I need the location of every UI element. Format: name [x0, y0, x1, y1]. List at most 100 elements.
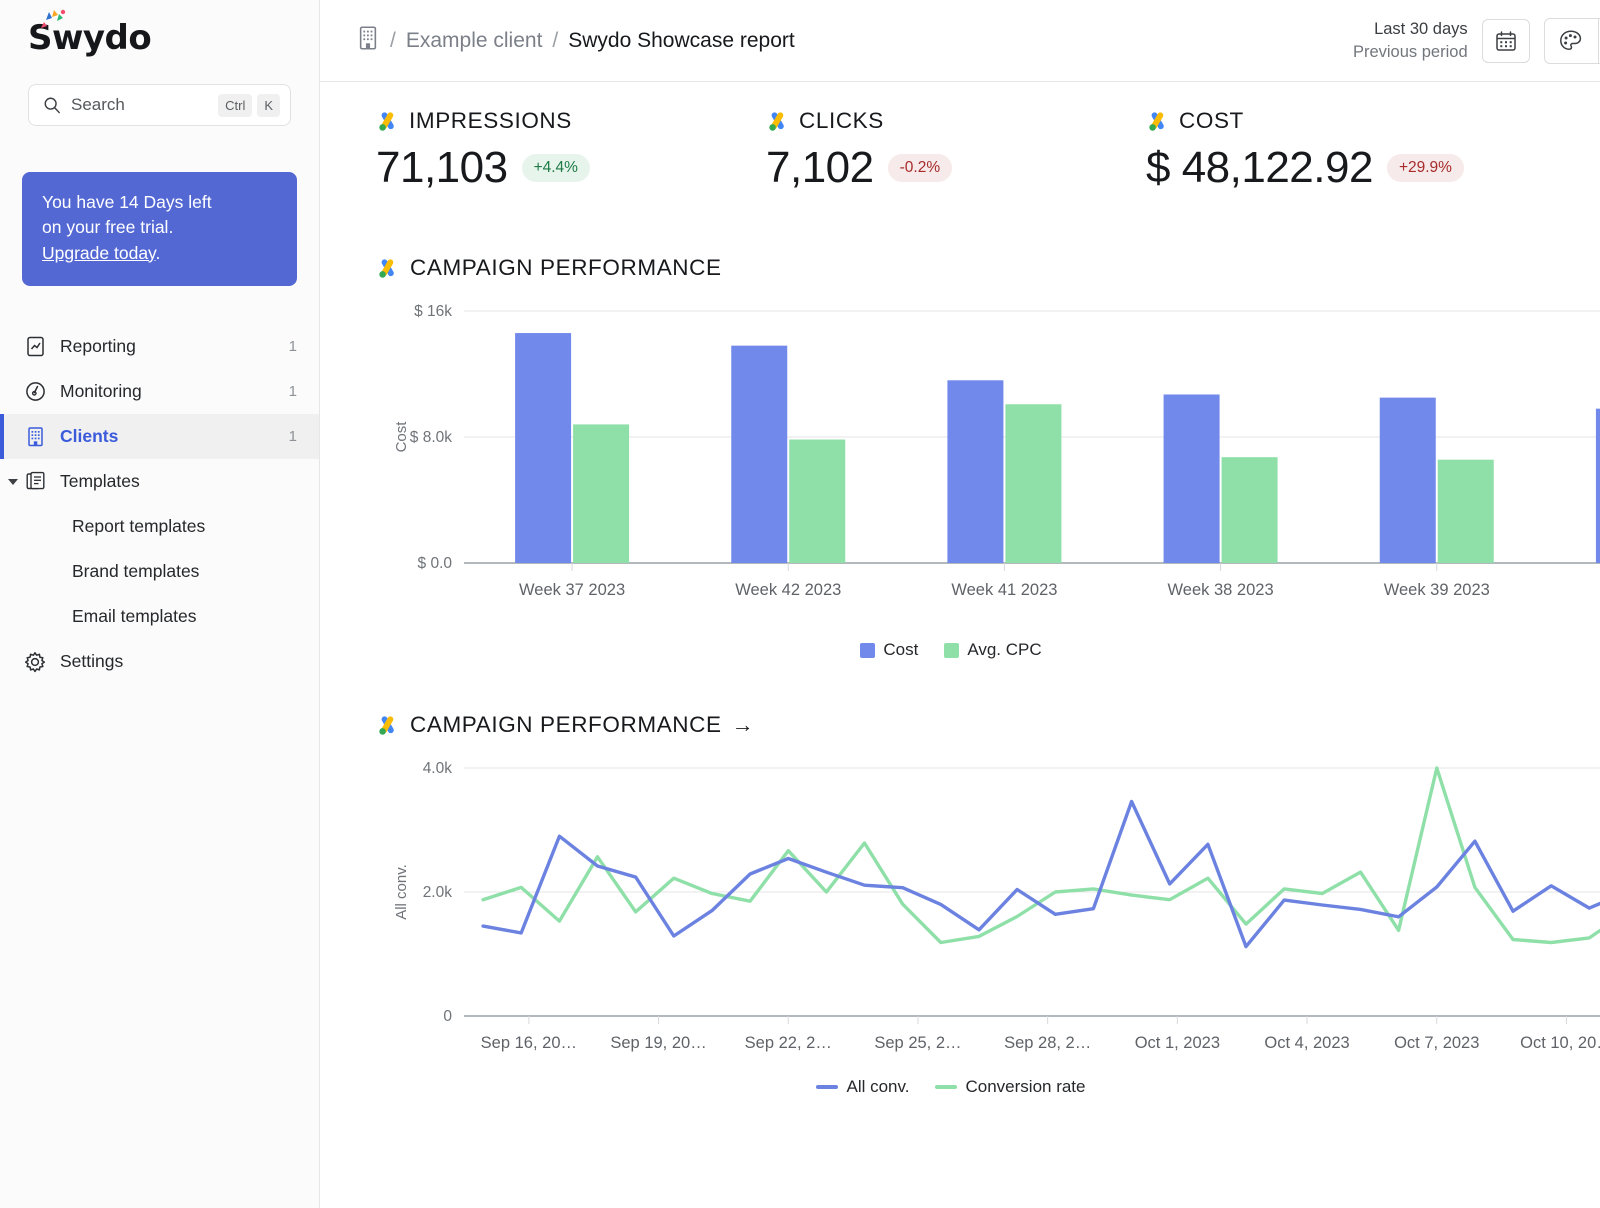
breadcrumb-report[interactable]: Swydo Showcase report — [568, 29, 794, 53]
kpi-card-impressions: IMPRESSIONS 71,103 +4.4% — [320, 108, 710, 193]
line-chart-legend: All conv. Conversion rate — [376, 1077, 1526, 1097]
section-title: CAMPAIGN PERFORMANCE — [410, 255, 722, 281]
legend-line — [935, 1085, 957, 1089]
bar-chart[interactable]: $ 0.0$ 0.0$ 8.0k$ 5.0$ 16k$ 10CostAvg. C… — [376, 303, 1600, 660]
sidebar-item-clients[interactable]: Clients 1 — [0, 414, 319, 459]
bar-avg-cpc — [1005, 404, 1061, 563]
bar-avg-cpc — [573, 424, 629, 563]
app-logo[interactable]: Swydo — [0, 0, 319, 72]
kpi-value: 7,102 — [766, 143, 874, 193]
chevron-down-icon[interactable] — [8, 479, 18, 485]
bar-chart-svg: $ 0.0$ 0.0$ 8.0k$ 5.0$ 16k$ 10CostAvg. C… — [376, 303, 1600, 633]
kpi-title: COST — [1179, 108, 1244, 134]
svg-text:Sep 25, 2…: Sep 25, 2… — [874, 1034, 961, 1052]
kpi-row: IMPRESSIONS 71,103 +4.4% CLICKS — [320, 82, 1600, 193]
breadcrumb-client[interactable]: Example client — [406, 29, 543, 53]
sidebar: Swydo Search Ctrl K You have 14 Days lef… — [0, 0, 320, 1208]
sidebar-item-email-templates[interactable]: Email templates — [0, 594, 319, 639]
svg-text:Oct 1, 2023: Oct 1, 2023 — [1135, 1034, 1220, 1052]
topbar: / Example client / Swydo Showcase report… — [320, 0, 1600, 82]
bar-cost — [731, 346, 787, 563]
documents-icon — [24, 471, 46, 493]
svg-text:$ 0.0: $ 0.0 — [418, 555, 453, 572]
gauge-icon — [24, 381, 46, 403]
sidebar-item-label: Templates — [60, 471, 297, 492]
legend-item-all-conv[interactable]: All conv. — [816, 1077, 909, 1097]
upgrade-link[interactable]: Upgrade today — [42, 243, 156, 263]
legend-item-avg-cpc[interactable]: Avg. CPC — [944, 640, 1041, 660]
kpi-card-clicks: CLICKS 7,102 -0.2% — [710, 108, 1090, 193]
svg-text:$ 8.0k: $ 8.0k — [410, 429, 452, 446]
line-chart[interactable]: 00%2.0k8.1%4.0k16.2%All conv.Conversion … — [376, 758, 1600, 1097]
kpi-value: $ 48,122.92 — [1146, 143, 1373, 193]
section-header: CAMPAIGN PERFORMANCE → — [376, 712, 1600, 738]
logo-text: Swydo — [28, 18, 319, 58]
svg-text:0: 0 — [443, 1008, 452, 1025]
line-all-conv — [483, 802, 1600, 947]
svg-text:Sep 16, 20…: Sep 16, 20… — [481, 1034, 577, 1052]
kpi-title: IMPRESSIONS — [409, 108, 572, 134]
google-ads-icon — [766, 109, 790, 133]
svg-text:Week 39 2023: Week 39 2023 — [1384, 581, 1490, 599]
bar-cost — [1164, 394, 1220, 563]
calendar-icon — [1494, 29, 1518, 53]
kpi-delta-badge: +29.9% — [1387, 154, 1464, 182]
sidebar-item-reporting[interactable]: Reporting 1 — [0, 324, 319, 369]
sidebar-subitem-label: Brand templates — [72, 561, 199, 582]
sidebar-item-report-templates[interactable]: Report templates — [0, 504, 319, 549]
kpi-value: 71,103 — [376, 143, 508, 193]
svg-text:Week 42 2023: Week 42 2023 — [735, 581, 841, 599]
sidebar-item-label: Monitoring — [60, 381, 289, 402]
section-campaign-performance-bar: CAMPAIGN PERFORMANCE $ 0.0$ 0.0$ 8.0k$ 5… — [320, 255, 1600, 660]
search-placeholder: Search — [61, 95, 213, 115]
legend-label: Conversion rate — [965, 1077, 1085, 1097]
report-icon — [24, 336, 46, 358]
svg-text:Week 37 2023: Week 37 2023 — [519, 581, 625, 599]
bar-avg-cpc — [1222, 457, 1278, 563]
palette-button[interactable] — [1545, 19, 1599, 63]
svg-text:Sep 19, 20…: Sep 19, 20… — [610, 1034, 706, 1052]
svg-text:Oct 4, 2023: Oct 4, 2023 — [1264, 1034, 1349, 1052]
swydo-spark-icon — [38, 8, 68, 30]
line-chart-svg: 00%2.0k8.1%4.0k16.2%All conv.Conversion … — [376, 758, 1600, 1068]
trial-link-suffix: . — [156, 243, 161, 263]
google-ads-icon — [1146, 109, 1170, 133]
sidebar-item-monitoring[interactable]: Monitoring 1 — [0, 369, 319, 414]
svg-text:2.0k: 2.0k — [423, 884, 453, 901]
section-campaign-performance-line: CAMPAIGN PERFORMANCE → 00%2.0k8.1%4.0k16… — [320, 712, 1600, 1097]
bar-avg-cpc — [789, 440, 845, 563]
building-icon — [356, 25, 380, 57]
kpi-title: CLICKS — [799, 108, 884, 134]
legend-item-cost[interactable]: Cost — [860, 640, 918, 660]
svg-text:Oct 7, 2023: Oct 7, 2023 — [1394, 1034, 1479, 1052]
line-conversion-rate — [483, 768, 1600, 943]
google-ads-icon — [376, 256, 400, 280]
legend-item-conversion-rate[interactable]: Conversion rate — [935, 1077, 1085, 1097]
sidebar-item-brand-templates[interactable]: Brand templates — [0, 549, 319, 594]
sidebar-item-settings[interactable]: Settings — [0, 639, 319, 684]
sidebar-item-templates[interactable]: Templates — [0, 459, 319, 504]
section-title: CAMPAIGN PERFORMANCE — [410, 712, 722, 738]
app-root: Swydo Search Ctrl K You have 14 Days lef… — [0, 0, 1600, 1208]
bar-avg-cpc — [1438, 460, 1494, 563]
svg-text:Sep 22, 2…: Sep 22, 2… — [745, 1034, 832, 1052]
arrow-right-icon: → — [732, 712, 754, 738]
legend-label: All conv. — [846, 1077, 909, 1097]
gear-icon — [24, 651, 46, 673]
bar-cost — [947, 380, 1003, 563]
legend-line — [816, 1085, 838, 1089]
search-input[interactable]: Search Ctrl K — [28, 84, 291, 126]
bar-cost — [515, 333, 571, 563]
google-ads-icon — [376, 109, 400, 133]
sidebar-item-count: 1 — [289, 428, 297, 445]
trial-line-2: on your free trial. — [42, 215, 277, 240]
calendar-button[interactable] — [1482, 19, 1530, 63]
svg-text:$ 16k: $ 16k — [414, 303, 452, 320]
sidebar-item-count: 1 — [289, 383, 297, 400]
sidebar-nav: Reporting 1 Monitoring 1 — [0, 324, 319, 684]
sidebar-item-label: Settings — [60, 651, 297, 672]
search-shortcut-mod: Ctrl — [218, 94, 252, 117]
date-range[interactable]: Last 30 days Previous period — [1353, 18, 1468, 63]
legend-swatch — [944, 643, 959, 658]
svg-text:Week 41 2023: Week 41 2023 — [951, 581, 1057, 599]
